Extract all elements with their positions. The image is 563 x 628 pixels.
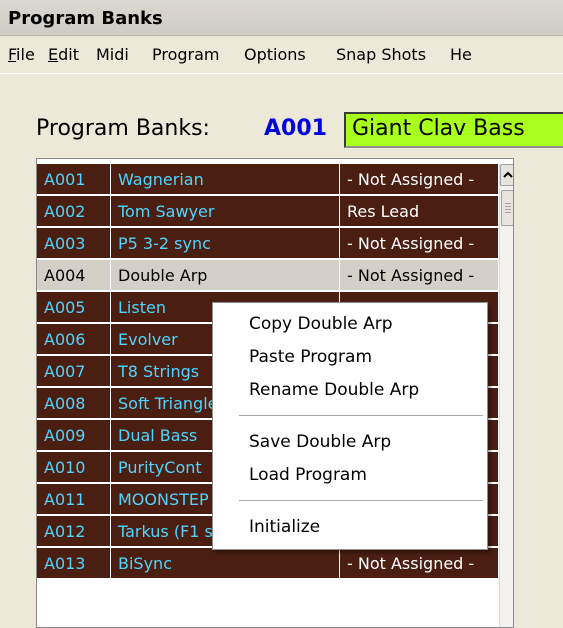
window-title-bar: Program Banks (0, 0, 563, 36)
menu-copy-program[interactable]: Copy Double Arp (249, 314, 393, 334)
program-code-cell: A004 (37, 260, 111, 291)
grip-line (505, 206, 511, 207)
current-program-name-field[interactable]: Giant Clav Bass (344, 112, 563, 148)
menu-initialize[interactable]: Initialize (249, 517, 320, 537)
menu-snap-shots[interactable]: Snap Shots (336, 45, 426, 64)
program-code-cell: A012 (37, 516, 111, 547)
program-name-cell: Wagnerian (111, 164, 340, 195)
menu-program[interactable]: Program (152, 45, 220, 64)
program-code-cell: A003 (37, 228, 111, 259)
program-assignment-cell: - Not Assigned - (340, 228, 499, 259)
program-assignment-cell: - Not Assigned - (340, 260, 499, 291)
program-code-cell: A009 (37, 420, 111, 451)
grip-icon (505, 203, 511, 204)
menu-edit[interactable]: Edit (48, 45, 79, 64)
menu-help[interactable]: He (450, 45, 472, 64)
menu-bar: File Edit Midi Program Options Snap Shot… (0, 36, 563, 74)
program-code-cell: A001 (37, 164, 111, 195)
menu-paste-program[interactable]: Paste Program (249, 347, 372, 367)
menu-file[interactable]: File (8, 45, 35, 64)
current-program-code: A001 (264, 116, 327, 141)
table-row[interactable]: A003 P5 3-2 sync - Not Assigned - (37, 228, 499, 260)
table-row-selected[interactable]: A004 Double Arp - Not Assigned - (37, 260, 499, 292)
table-row[interactable]: A001 Wagnerian - Not Assigned - (37, 164, 499, 196)
program-name-cell: Double Arp (111, 260, 340, 291)
menu-separator (239, 500, 483, 501)
program-code-cell: A010 (37, 452, 111, 483)
program-assignment-cell: - Not Assigned - (340, 164, 499, 195)
table-row[interactable]: A013 BiSync - Not Assigned - (37, 548, 499, 580)
table-row[interactable]: A002 Tom Sawyer Res Lead (37, 196, 499, 228)
window-title: Program Banks (8, 8, 163, 29)
grip-line (505, 212, 511, 213)
program-banks-label: Program Banks: (36, 116, 210, 141)
chevron-up-icon (503, 171, 513, 178)
vertical-scrollbar[interactable] (499, 164, 513, 627)
menu-options[interactable]: Options (244, 45, 306, 64)
program-code-cell: A005 (37, 292, 111, 323)
menu-separator (239, 415, 483, 416)
menu-rename-program[interactable]: Rename Double Arp (249, 380, 419, 400)
program-code-cell: A013 (37, 548, 111, 579)
program-code-cell: A002 (37, 196, 111, 227)
program-name-cell: Tom Sawyer (111, 196, 340, 227)
program-assignment-cell: Res Lead (340, 196, 499, 227)
program-name-cell: P5 3-2 sync (111, 228, 340, 259)
program-code-cell: A011 (37, 484, 111, 515)
context-menu: Copy Double Arp Paste Program Rename Dou… (212, 302, 488, 550)
program-code-cell: A007 (37, 356, 111, 387)
menu-load-program[interactable]: Load Program (249, 465, 367, 485)
menu-midi[interactable]: Midi (96, 45, 129, 64)
program-assignment-cell: - Not Assigned - (340, 548, 499, 579)
menu-save-program[interactable]: Save Double Arp (249, 432, 391, 452)
scroll-up-button[interactable] (500, 164, 513, 186)
scroll-thumb[interactable] (501, 190, 513, 226)
program-name-cell: BiSync (111, 548, 340, 579)
program-code-cell: A006 (37, 324, 111, 355)
program-code-cell: A008 (37, 388, 111, 419)
grip-line (505, 209, 511, 210)
